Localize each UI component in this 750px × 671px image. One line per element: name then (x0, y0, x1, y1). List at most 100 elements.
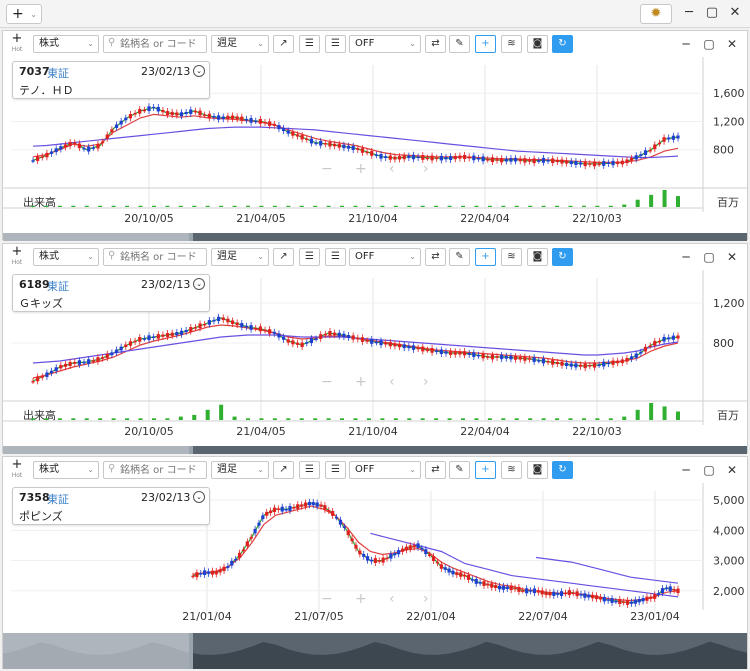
crosshair-button[interactable]: + (475, 461, 496, 479)
indicator-settings-button[interactable]: ≋ (501, 248, 522, 266)
zoom-out-icon[interactable]: − (321, 591, 333, 607)
chevron-down-icon[interactable]: ⌄ (193, 278, 205, 290)
navigator-handle[interactable] (189, 233, 193, 241)
zoom-out-icon[interactable]: − (321, 374, 333, 390)
scroll-right-icon[interactable]: › (423, 591, 429, 607)
volume-bar (286, 205, 291, 207)
maximize-icon[interactable]: ▢ (702, 36, 716, 52)
hot-button[interactable]: + Hot (9, 32, 25, 55)
navigator-handle[interactable] (189, 446, 193, 454)
minimize-icon[interactable]: ─ (679, 462, 693, 478)
candle-body (660, 588, 665, 594)
scroll-right-icon[interactable]: › (423, 374, 429, 390)
candle-body (226, 565, 230, 568)
search-input[interactable] (120, 37, 204, 51)
app-toolbar: + ⌄ ✹ ─ ▢ ✕ (0, 0, 750, 28)
maximize-icon[interactable]: ▢ (705, 5, 719, 21)
symbol-search[interactable]: ⚲ (103, 461, 207, 479)
navigator-handle[interactable] (189, 633, 193, 669)
trendline-tool-button[interactable]: ↗ (273, 35, 294, 53)
align-left-button[interactable]: ☰ (299, 461, 320, 479)
chevron-down-icon[interactable]: ⌄ (193, 491, 205, 503)
shuffle-button[interactable]: ⇄ (425, 248, 446, 266)
minimize-icon[interactable]: ─ (679, 36, 693, 52)
search-input[interactable] (120, 463, 204, 477)
shuffle-button[interactable]: ⇄ (425, 461, 446, 479)
candle-body (482, 581, 486, 586)
hot-button[interactable]: + Hot (9, 245, 25, 268)
zoom-in-icon[interactable]: + (355, 374, 367, 390)
refresh-button[interactable]: ↻ (552, 248, 573, 266)
minimize-icon[interactable]: ─ (679, 249, 693, 265)
candle-body (563, 592, 568, 595)
indicator-select[interactable]: OFF ⌄ (349, 35, 421, 53)
align-left-button[interactable]: ☰ (299, 35, 320, 53)
candle-body (552, 591, 556, 596)
close-icon[interactable]: ✕ (725, 36, 739, 52)
type-select[interactable]: 株式 ⌄ (33, 35, 99, 53)
chevron-down-icon[interactable]: ⌄ (193, 65, 205, 77)
maximize-icon[interactable]: ▢ (702, 462, 716, 478)
pencil-button[interactable]: ✎ (449, 248, 470, 266)
camera-button[interactable]: ◙ (527, 461, 548, 479)
settings-button[interactable]: ✹ (640, 4, 672, 24)
align-left-button[interactable]: ☰ (299, 248, 320, 266)
type-select[interactable]: 株式 ⌄ (33, 461, 99, 479)
candle-body (597, 364, 601, 367)
shuffle-button[interactable]: ⇄ (425, 35, 446, 53)
align-right-button[interactable]: ☰ (325, 248, 346, 266)
close-icon[interactable]: ✕ (728, 5, 742, 21)
hot-button[interactable]: + Hot (9, 458, 25, 481)
candle-body (447, 568, 451, 573)
scroll-left-icon[interactable]: ‹ (389, 161, 395, 177)
trendline-tool-button[interactable]: ↗ (273, 248, 294, 266)
period-select[interactable]: 週足 ⌄ (211, 461, 269, 479)
camera-button[interactable]: ◙ (527, 35, 548, 53)
type-select[interactable]: 株式 ⌄ (33, 248, 99, 266)
candle-body (518, 356, 522, 360)
close-icon[interactable]: ✕ (725, 249, 739, 265)
period-select[interactable]: 週足 ⌄ (211, 35, 269, 53)
search-input[interactable] (120, 250, 204, 264)
candle-body (444, 351, 448, 354)
candle-body (592, 161, 597, 167)
candle-body (451, 570, 455, 575)
align-right-button[interactable]: ☰ (325, 35, 346, 53)
pencil-button[interactable]: ✎ (449, 35, 470, 53)
volume-bar (340, 418, 345, 420)
crosshair-button[interactable]: + (475, 248, 496, 266)
symbol-search[interactable]: ⚲ (103, 248, 207, 266)
series-line-3 (32, 334, 679, 364)
candle-body (303, 502, 308, 507)
symbol-search[interactable]: ⚲ (103, 35, 207, 53)
add-panel-button[interactable]: + ⌄ (6, 4, 42, 24)
scroll-left-icon[interactable]: ‹ (389, 591, 395, 607)
zoom-in-icon[interactable]: + (355, 161, 367, 177)
indicator-select[interactable]: OFF ⌄ (349, 461, 421, 479)
candle-body (400, 548, 405, 552)
camera-button[interactable]: ◙ (527, 248, 548, 266)
panel-toolbar: +Hot 株式⌄ ⚲ 週足⌄ ↗ ☰ ☰ OFF⌄ ⇄ ✎ + ≋ ◙ ↻ ─ … (3, 457, 747, 483)
minimize-icon[interactable]: ─ (682, 5, 696, 21)
pencil-button[interactable]: ✎ (449, 461, 470, 479)
trendline-tool-button[interactable]: ↗ (273, 461, 294, 479)
candle-body (179, 112, 184, 117)
scroll-left-icon[interactable]: ‹ (389, 374, 395, 390)
candle-body (431, 556, 436, 562)
period-select[interactable]: 週足 ⌄ (211, 248, 269, 266)
candle-body (258, 326, 262, 332)
crosshair-button[interactable]: + (475, 35, 496, 53)
indicator-select[interactable]: OFF ⌄ (349, 248, 421, 266)
zoom-in-icon[interactable]: + (355, 591, 367, 607)
align-right-button[interactable]: ☰ (325, 461, 346, 479)
refresh-button[interactable]: ↻ (552, 461, 573, 479)
scroll-right-icon[interactable]: › (423, 161, 429, 177)
indicator-settings-button[interactable]: ≋ (501, 35, 522, 53)
refresh-button[interactable]: ↻ (552, 35, 573, 53)
close-icon[interactable]: ✕ (725, 462, 739, 478)
maximize-icon[interactable]: ▢ (702, 249, 716, 265)
indicator-settings-button[interactable]: ≋ (501, 461, 522, 479)
candle-body (602, 596, 606, 602)
candle-body (114, 124, 119, 128)
zoom-out-icon[interactable]: − (321, 161, 333, 177)
